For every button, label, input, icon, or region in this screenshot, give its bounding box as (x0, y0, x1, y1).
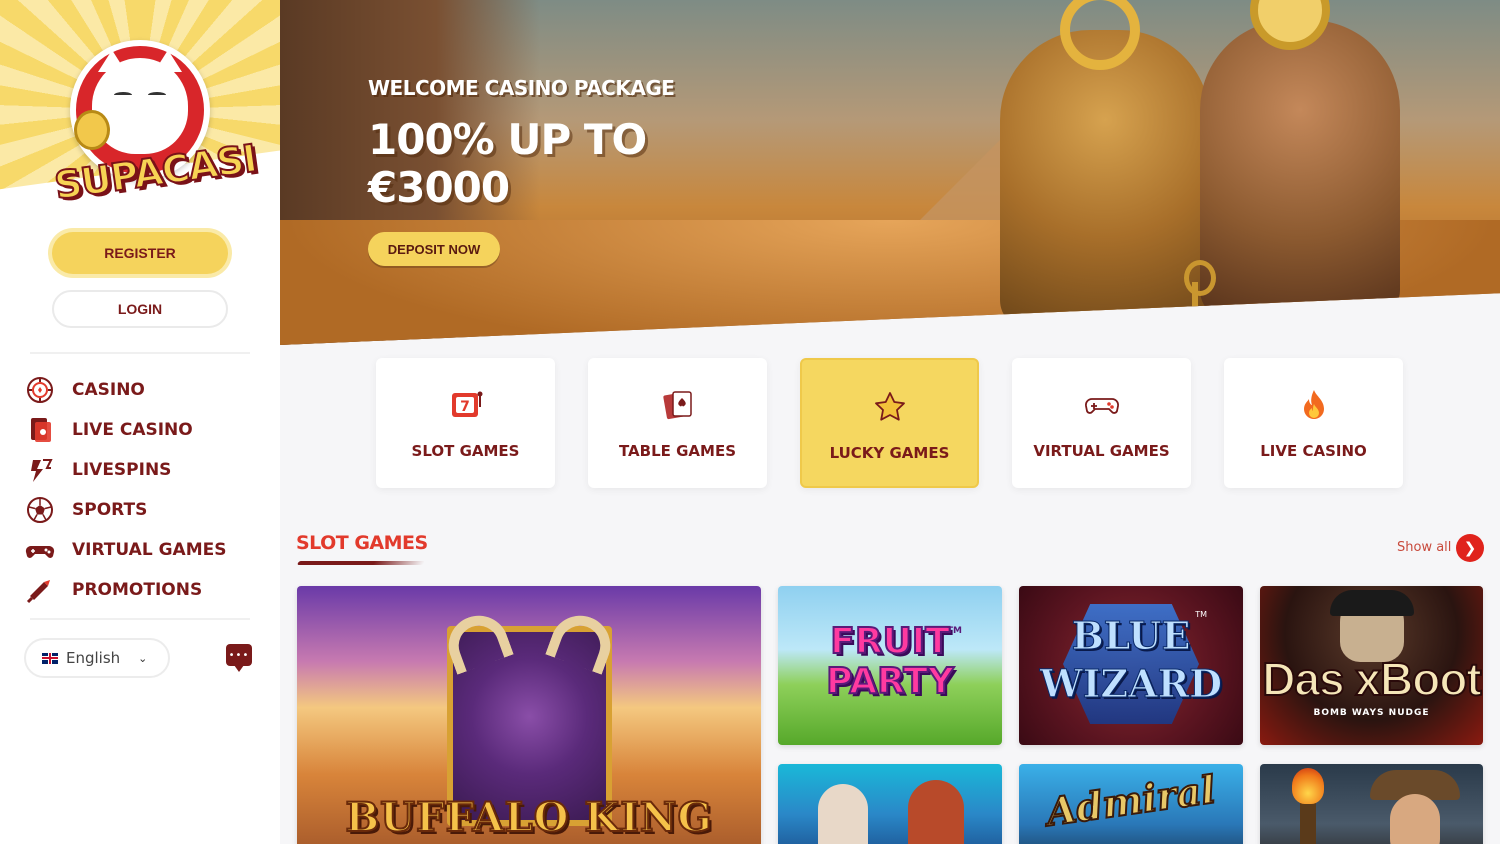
main-nav: CASINO LIVE CASINO LIVESPINS SPORTS VIRT… (24, 370, 264, 610)
category-label: LUCKY GAMES (829, 444, 950, 462)
nav-item-virtual-games[interactable]: VIRTUAL GAMES (24, 530, 264, 570)
slot-777-icon: 7 (448, 388, 484, 422)
star-icon (873, 390, 907, 424)
nav-item-promotions[interactable]: PROMOTIONS (24, 570, 264, 610)
torch-flame-icon (1292, 768, 1324, 804)
deposit-now-button[interactable]: DEPOSIT NOW (368, 232, 500, 266)
lioness-goddess-art (1000, 0, 1210, 330)
nav-label: CASINO (72, 380, 145, 400)
language-label: English (66, 649, 121, 667)
login-button[interactable]: LOGIN (52, 290, 228, 328)
soccer-ball-icon (24, 494, 56, 526)
game-tile-admiral[interactable]: Admiral (1019, 764, 1243, 844)
category-label: VIRTUAL GAMES (1033, 442, 1170, 460)
trademark-mark: TM (1195, 610, 1207, 619)
nav-label: PROMOTIONS (72, 580, 203, 600)
lucky-cat-icon (74, 50, 188, 154)
game-title: BUFFALO KING (344, 793, 713, 842)
game-tile-buffalo-king[interactable]: BUFFALO KING (297, 586, 761, 844)
game-tile-das-xboot[interactable]: Das xBoot BOMB WAYS NUDGE (1260, 586, 1483, 745)
trademark-mark: TM (946, 626, 962, 636)
gamepad-icon (1084, 388, 1120, 422)
hades-art (908, 780, 964, 844)
casino-chip-icon (24, 374, 56, 406)
game-tile-gods[interactable] (778, 764, 1002, 844)
chevron-right-icon[interactable]: ❯ (1456, 534, 1484, 562)
game-subtitle: BOMB WAYS NUDGE (1313, 708, 1430, 718)
nav-item-live-casino[interactable]: LIVE CASINO (24, 410, 264, 450)
uk-flag-icon (42, 652, 58, 664)
category-label: SLOT GAMES (411, 442, 520, 460)
sidebar: SUPACASI REGISTER LOGIN CASINO LIVE CASI… (0, 0, 280, 844)
category-card-live-casino[interactable]: LIVE CASINO (1224, 358, 1403, 488)
svg-text:7: 7 (460, 399, 470, 415)
game-title: Das xBoot (1261, 652, 1482, 706)
nav-item-sports[interactable]: SPORTS (24, 490, 264, 530)
ankh-icon (1180, 260, 1216, 330)
hero-headline: 100% UP TO €3000 (368, 115, 647, 212)
zeus-art (818, 784, 868, 844)
register-button[interactable]: REGISTER (52, 232, 228, 274)
gamepad-icon (24, 534, 56, 566)
chat-bubble-icon[interactable]: ••• (226, 644, 252, 672)
language-selector[interactable]: English ⌄ (24, 638, 170, 678)
section-title-underline (296, 561, 426, 565)
nav-label: VIRTUAL GAMES (72, 540, 227, 560)
nav-label: SPORTS (72, 500, 148, 520)
category-card-virtual-games[interactable]: VIRTUAL GAMES (1012, 358, 1191, 488)
lightning-icon (24, 454, 56, 486)
category-card-table-games[interactable]: TABLE GAMES (588, 358, 767, 488)
nav-item-casino[interactable]: CASINO (24, 370, 264, 410)
hero-banner[interactable]: WELCOME CASINO PACKAGE 100% UP TO €3000 … (280, 0, 1500, 345)
category-row: 7 SLOT GAMES TABLE GAMES LUCKY GAMES VIR… (376, 358, 1403, 488)
sidebar-divider (30, 618, 250, 620)
egyptian-queen-art (1200, 0, 1400, 320)
nav-item-livespins[interactable]: LIVESPINS (24, 450, 264, 490)
category-label: TABLE GAMES (618, 442, 737, 460)
game-tile-fruit-party[interactable]: FRUIT PARTY TM (778, 586, 1002, 745)
game-tile-explorer[interactable] (1260, 764, 1483, 844)
cards-icon (661, 388, 695, 422)
playing-card-icon (24, 414, 56, 446)
category-card-slot-games[interactable]: 7 SLOT GAMES (376, 358, 555, 488)
section-title-slot-games: SLOT GAMES (296, 532, 428, 554)
megaphone-icon (24, 574, 56, 606)
nav-label: LIVESPINS (72, 460, 172, 480)
sidebar-divider (30, 352, 250, 354)
game-tile-blue-wizard[interactable]: BLUE WIZARD TM (1019, 586, 1243, 745)
supacasi-logo[interactable]: SUPACASI (50, 38, 260, 209)
chevron-down-icon: ⌄ (138, 651, 148, 665)
hero-kicker: WELCOME CASINO PACKAGE (368, 76, 675, 100)
nav-label: LIVE CASINO (72, 420, 193, 440)
category-card-lucky-games[interactable]: LUCKY GAMES (800, 358, 979, 488)
game-title: BLUE WIZARD (1039, 613, 1223, 707)
game-title: Admiral (1043, 765, 1219, 835)
flame-icon (1300, 388, 1328, 422)
show-all-link[interactable]: Show all (1397, 540, 1451, 555)
game-title: FRUIT PARTY (825, 621, 955, 703)
category-label: LIVE CASINO (1260, 442, 1367, 460)
